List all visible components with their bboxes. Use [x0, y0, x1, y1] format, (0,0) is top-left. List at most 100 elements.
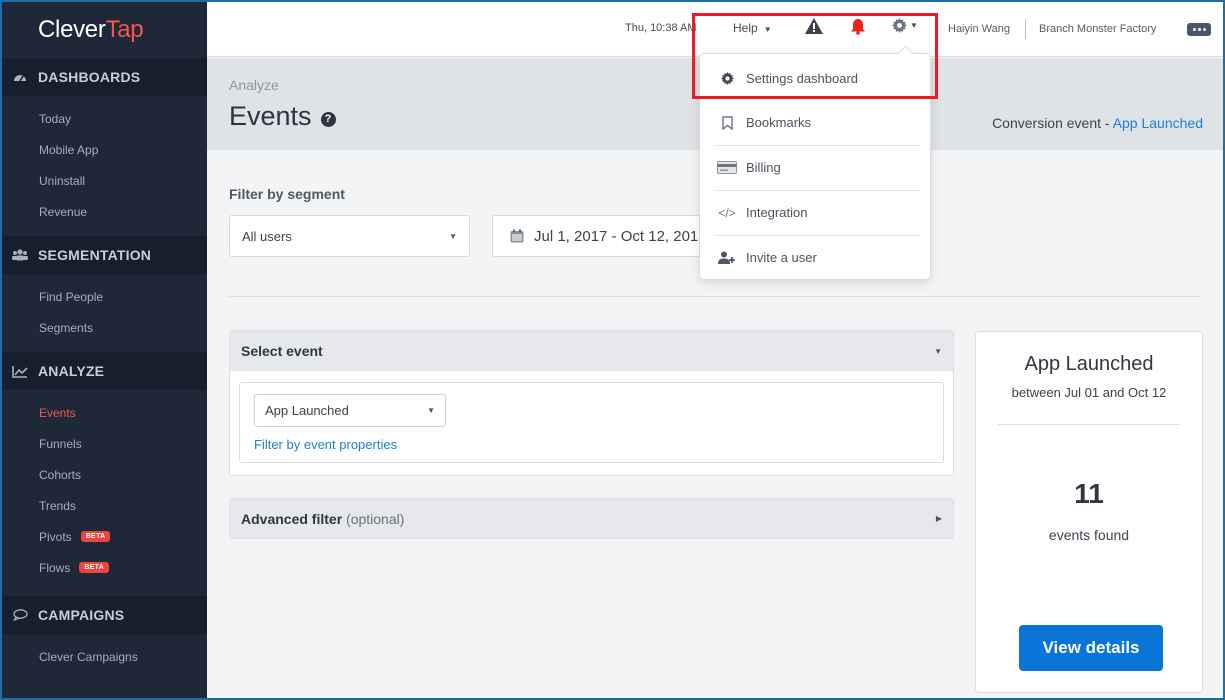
- beta-badge: BETA: [79, 562, 110, 573]
- date-range-picker[interactable]: Jul 1, 2017 - Oct 12, 2017: [492, 215, 722, 257]
- question-circle-icon[interactable]: ?: [320, 111, 336, 127]
- app-window: Clever Tap DASHBOARDS Today Mobile App Un…: [2, 2, 1223, 698]
- sidebar-item-events[interactable]: Events: [2, 397, 207, 428]
- conversion-event-link[interactable]: App Launched: [1113, 115, 1203, 131]
- help-menu-button[interactable]: Help ▼: [733, 21, 772, 35]
- menu-item-invite-user[interactable]: Invite a user: [700, 235, 930, 280]
- sidebar-section-segmentation[interactable]: SEGMENTATION: [2, 236, 207, 274]
- credit-card-icon: [717, 161, 737, 174]
- menu-label: Integration: [746, 205, 808, 220]
- notification-bell-icon[interactable]: [850, 18, 866, 40]
- gear-icon: [717, 72, 737, 85]
- nav-label: Segments: [39, 320, 94, 335]
- sidebar-item-today[interactable]: Today: [2, 103, 207, 134]
- sidebar-item-revenue[interactable]: Revenue: [2, 196, 207, 227]
- sidebar-item-funnels[interactable]: Funnels: [2, 428, 207, 459]
- sidebar: Clever Tap DASHBOARDS Today Mobile App Un…: [2, 2, 207, 698]
- nav-label: Mobile App: [39, 142, 99, 157]
- nav-label: Clever Campaigns: [39, 649, 138, 664]
- conversion-label: Conversion event -: [992, 115, 1113, 131]
- section-title: ANALYZE: [38, 363, 105, 379]
- account-name[interactable]: Branch Monster Factory: [1039, 23, 1156, 35]
- top-bar: Thu, 10:38 AM Help ▼ ▼ Haiyin Wang Branch…: [207, 2, 1223, 57]
- menu-item-integration[interactable]: </> Integration: [700, 190, 930, 235]
- menu-label: Invite a user: [746, 250, 817, 265]
- summary-event-name: App Launched: [1024, 353, 1154, 375]
- divider: [998, 424, 1180, 425]
- sidebar-section-campaigns[interactable]: CAMPAIGNS: [2, 596, 207, 634]
- users-group-icon: [12, 249, 28, 261]
- logo-text-tap: Tap: [105, 16, 144, 43]
- current-time: Thu, 10:38 AM: [625, 22, 697, 34]
- nav-label: Find People: [39, 289, 104, 304]
- caret-down-icon: ▼: [449, 231, 457, 241]
- menu-item-settings-dashboard[interactable]: Settings dashboard: [700, 56, 930, 101]
- sidebar-item-clever-campaigns[interactable]: Clever Campaigns: [2, 641, 207, 672]
- caret-down-icon: ▼: [910, 21, 918, 30]
- filter-by-event-properties-link[interactable]: Filter by event properties: [254, 437, 397, 452]
- caret-right-icon: ▶: [935, 514, 942, 523]
- nav-label: Events: [39, 405, 76, 420]
- nav-label: Uninstall: [39, 173, 86, 188]
- nav-label: Today: [39, 111, 72, 126]
- menu-label: Settings dashboard: [746, 71, 859, 86]
- select-event-panel: Select event ▼ App Launched ▼ Filter by …: [229, 330, 954, 476]
- section-title: CAMPAIGNS: [38, 607, 125, 623]
- conversion-event: Conversion event - App Launched: [992, 115, 1203, 131]
- events-found-label: events found: [1048, 527, 1130, 543]
- sidebar-item-find-people[interactable]: Find People: [2, 281, 207, 312]
- section-title: SEGMENTATION: [38, 247, 152, 263]
- sidebar-item-segments[interactable]: Segments: [2, 312, 207, 343]
- divider: [229, 296, 1201, 297]
- summary-date-range: between Jul 01 and Oct 12: [1011, 385, 1167, 400]
- view-details-button[interactable]: View details: [1019, 625, 1163, 671]
- nav-label: Flows: [39, 560, 71, 575]
- calendar-icon: [510, 229, 524, 243]
- advanced-filter-header[interactable]: Advanced filter (optional) ▶: [230, 499, 953, 538]
- menu-label: Bookmarks: [746, 115, 812, 130]
- nav-label: Pivots: [39, 529, 72, 544]
- sidebar-item-cohorts[interactable]: Cohorts: [2, 459, 207, 490]
- help-label: Help: [733, 21, 758, 35]
- sidebar-item-trends[interactable]: Trends: [2, 490, 207, 521]
- panel-title: Advanced filter: [241, 510, 343, 527]
- user-name[interactable]: Haiyin Wang: [948, 23, 1010, 35]
- logo-text-clever: Clever: [38, 16, 106, 43]
- menu-item-billing[interactable]: Billing: [700, 145, 930, 190]
- clevertap-logo[interactable]: Clever Tap: [2, 2, 207, 58]
- nav-label: Trends: [39, 498, 76, 513]
- events-count: 11: [1074, 478, 1104, 509]
- sidebar-item-pivots[interactable]: Pivots BETA: [2, 521, 207, 552]
- caret-down-icon: ▼: [763, 25, 772, 34]
- dashboard-gauge-icon: [12, 71, 28, 83]
- divider: [1025, 19, 1026, 39]
- filter-by-segment-label: Filter by segment: [229, 186, 345, 202]
- caret-down-icon: ▼: [427, 406, 435, 415]
- sidebar-section-dashboards[interactable]: DASHBOARDS: [2, 58, 207, 96]
- line-chart-icon: [12, 365, 28, 378]
- event-summary-card: App Launched between Jul 01 and Oct 12 1…: [975, 331, 1203, 693]
- nav-label: Cohorts: [39, 467, 82, 482]
- menu-item-bookmarks[interactable]: Bookmarks: [700, 100, 930, 145]
- nav-label: Revenue: [39, 204, 88, 219]
- breadcrumb[interactable]: Analyze: [229, 77, 279, 93]
- sidebar-item-uninstall[interactable]: Uninstall: [2, 165, 207, 196]
- sidebar-item-mobile-app[interactable]: Mobile App: [2, 134, 207, 165]
- select-event-header[interactable]: Select event ▼: [230, 331, 953, 371]
- event-select[interactable]: App Launched ▼: [254, 394, 446, 427]
- warning-icon[interactable]: [805, 18, 823, 39]
- settings-dropdown-menu: Settings dashboard Bookmarks Billing </>…: [699, 53, 931, 280]
- more-options-icon[interactable]: [1187, 23, 1211, 36]
- code-icon: </>: [718, 205, 736, 220]
- event-selector-box: App Launched ▼ Filter by event propertie…: [239, 382, 944, 463]
- settings-gear-button[interactable]: ▼: [892, 18, 918, 33]
- section-title: DASHBOARDS: [38, 69, 141, 85]
- sidebar-item-flows[interactable]: Flows BETA: [2, 552, 207, 583]
- page-title: Events: [229, 101, 312, 131]
- advanced-filter-panel: Advanced filter (optional) ▶: [229, 498, 954, 539]
- event-value: App Launched: [265, 403, 349, 418]
- segment-select[interactable]: All users ▼: [229, 215, 470, 257]
- sidebar-section-analyze[interactable]: ANALYZE: [2, 352, 207, 390]
- user-plus-icon: [717, 251, 737, 265]
- gear-icon: [892, 18, 907, 33]
